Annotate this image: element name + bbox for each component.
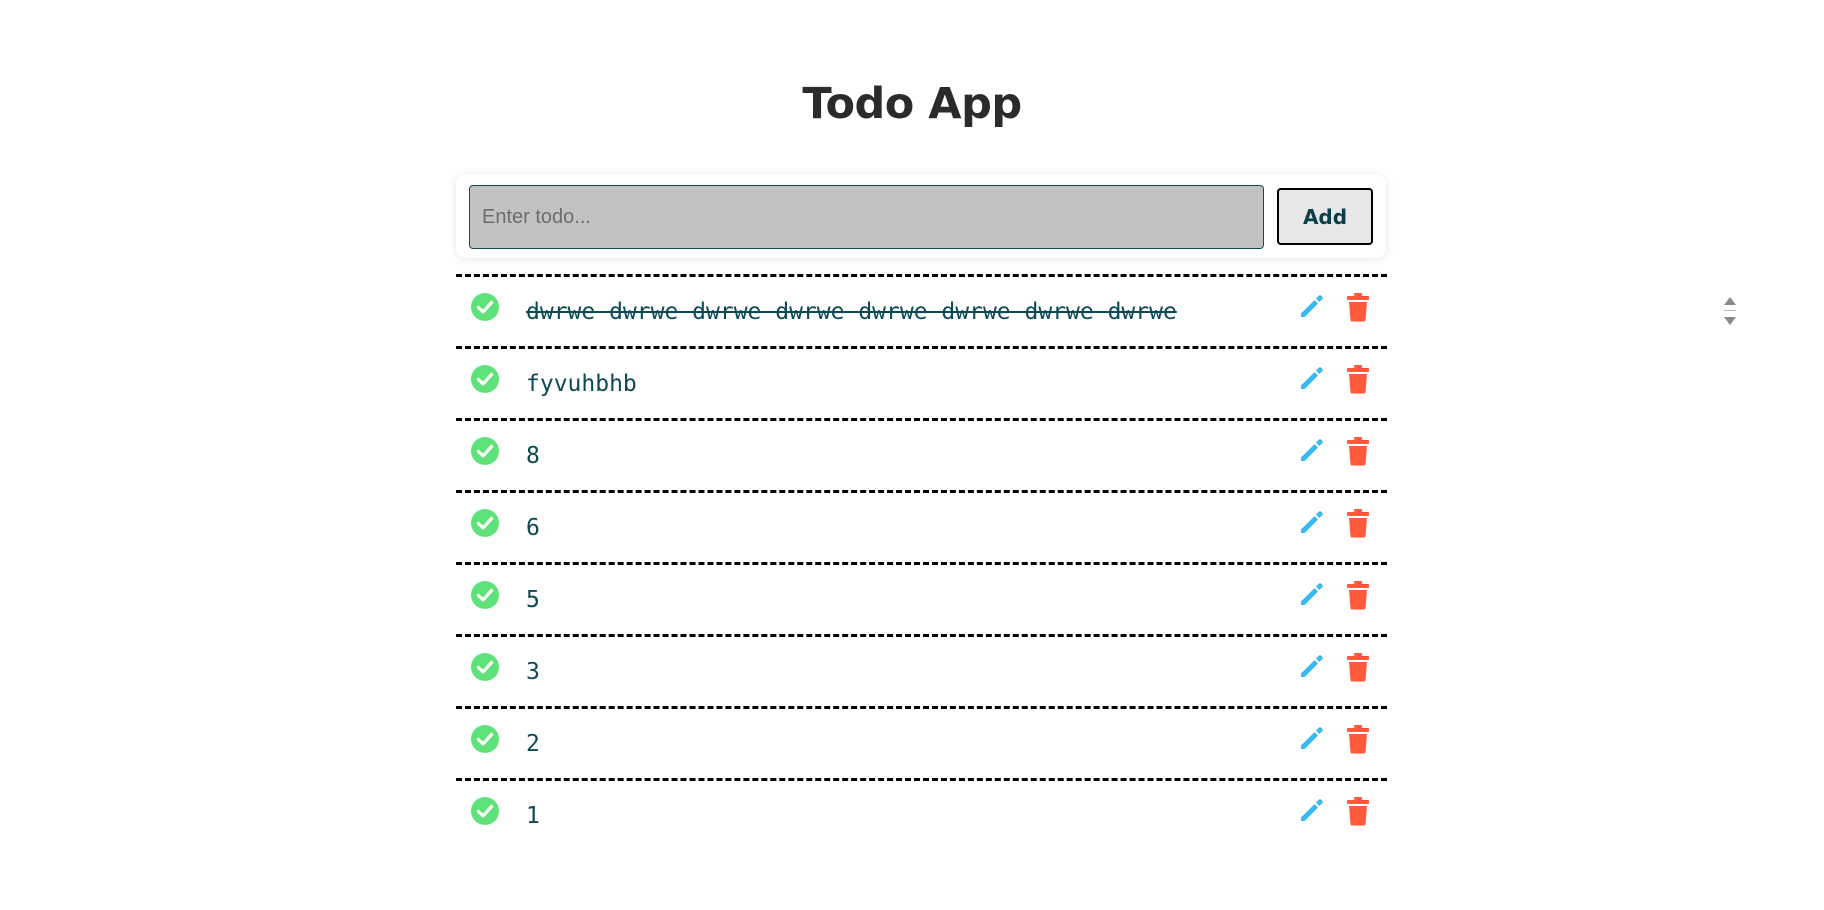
pencil-icon[interactable] — [1298, 364, 1326, 392]
add-todo-form: Add — [456, 174, 1386, 258]
trash-icon[interactable] — [1346, 364, 1370, 394]
check-circle-icon[interactable] — [471, 293, 499, 321]
todo-item: dwrwe dwrwe dwrwe dwrwe dwrwe dwrwe dwrw… — [456, 274, 1736, 346]
todo-list: dwrwe dwrwe dwrwe dwrwe dwrwe dwrwe dwrw… — [456, 274, 1736, 850]
todo-input[interactable] — [469, 185, 1264, 249]
stepper-down-icon[interactable] — [1724, 317, 1736, 325]
todo-text: 6 — [526, 515, 540, 541]
todo-text: dwrwe dwrwe dwrwe dwrwe dwrwe dwrwe dwrw… — [526, 299, 1177, 325]
pencil-icon[interactable] — [1298, 508, 1326, 536]
check-circle-icon[interactable] — [471, 653, 499, 681]
pencil-icon[interactable] — [1298, 436, 1326, 464]
todo-text: 2 — [526, 731, 540, 757]
pencil-icon[interactable] — [1298, 580, 1326, 608]
trash-icon[interactable] — [1346, 508, 1370, 538]
todo-text: 5 — [526, 587, 540, 613]
check-circle-icon[interactable] — [471, 509, 499, 537]
pencil-icon[interactable] — [1298, 652, 1326, 680]
todo-item: 6 — [456, 490, 1387, 562]
trash-icon[interactable] — [1346, 436, 1370, 466]
trash-icon[interactable] — [1346, 580, 1370, 610]
todo-item: fyvuhbhb — [456, 346, 1387, 418]
pencil-icon[interactable] — [1298, 796, 1326, 824]
todo-text: fyvuhbhb — [526, 371, 637, 397]
page-title: Todo App — [802, 79, 1022, 129]
trash-icon[interactable] — [1346, 652, 1370, 682]
check-circle-icon[interactable] — [471, 725, 499, 753]
add-button[interactable]: Add — [1277, 188, 1373, 245]
trash-icon[interactable] — [1346, 724, 1370, 754]
check-circle-icon[interactable] — [471, 365, 499, 393]
todo-item: 1 — [456, 778, 1387, 850]
todo-item: 8 — [456, 418, 1387, 490]
stepper-icon[interactable] — [1724, 295, 1736, 329]
pencil-icon[interactable] — [1298, 724, 1326, 752]
todo-item: 5 — [456, 562, 1387, 634]
todo-item: 3 — [456, 634, 1387, 706]
todo-text: 1 — [526, 803, 540, 829]
todo-app-page: Todo App Add dwrwe dwrwe dwrwe dwrwe dwr… — [0, 0, 1824, 910]
check-circle-icon[interactable] — [471, 581, 499, 609]
todo-item: 2 — [456, 706, 1387, 778]
trash-icon[interactable] — [1346, 292, 1370, 322]
stepper-divider — [1724, 310, 1736, 311]
check-circle-icon[interactable] — [471, 437, 499, 465]
check-circle-icon[interactable] — [471, 797, 499, 825]
todo-text: 8 — [526, 443, 540, 469]
trash-icon[interactable] — [1346, 796, 1370, 826]
stepper-up-icon[interactable] — [1724, 297, 1736, 305]
todo-text: 3 — [526, 659, 540, 685]
pencil-icon[interactable] — [1298, 292, 1326, 320]
